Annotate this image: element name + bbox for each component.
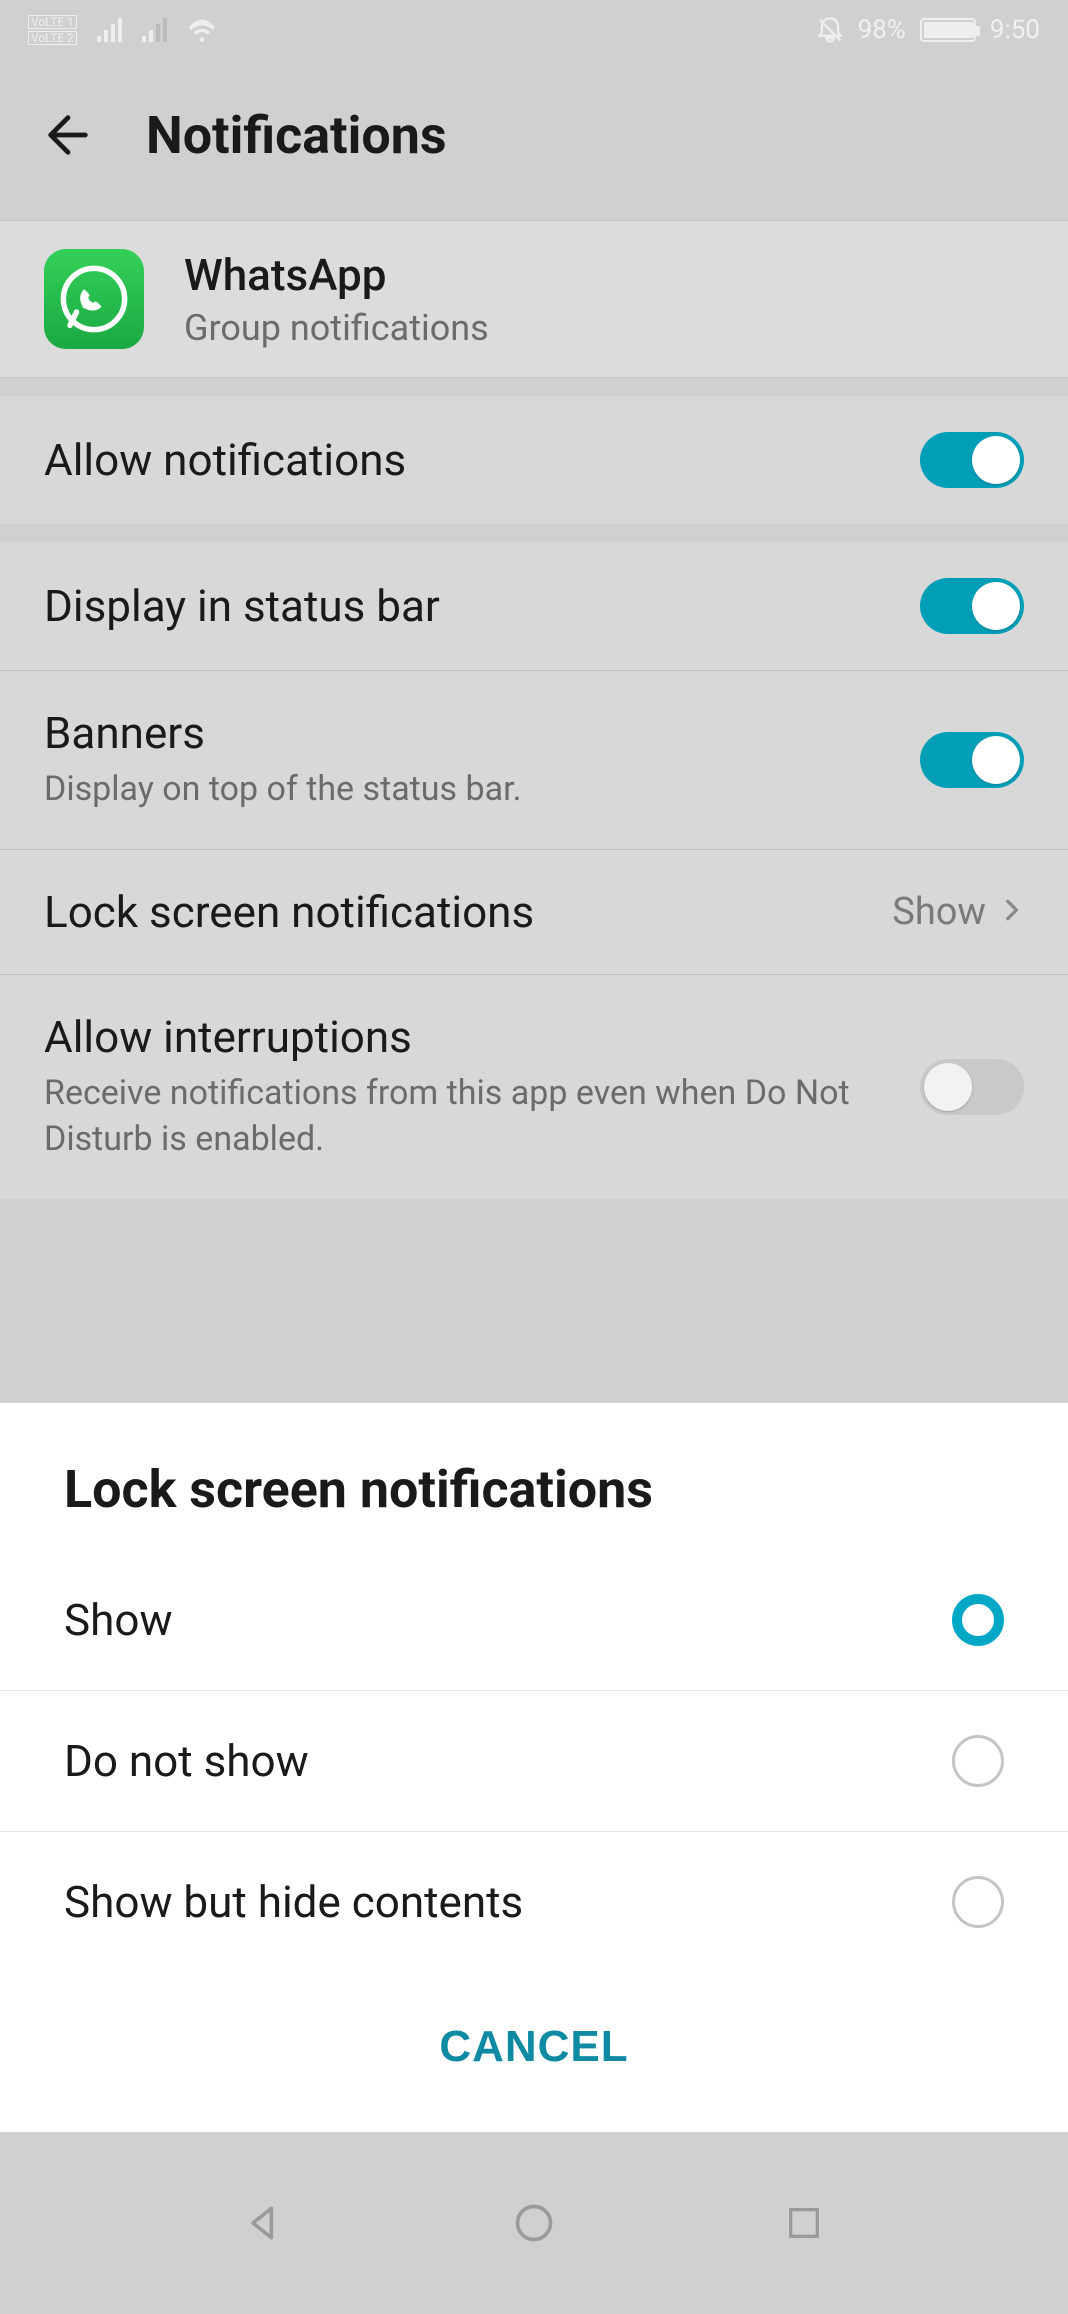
nav-recent-button[interactable]	[774, 2193, 834, 2253]
option-show-label: Show	[64, 1594, 173, 1646]
option-do-not-show-label: Do not show	[64, 1735, 309, 1787]
dialog-title: Lock screen notifications	[0, 1459, 1068, 1550]
lock-screen-value: Show	[892, 890, 986, 934]
app-subtitle: Group notifications	[184, 307, 489, 349]
option-show[interactable]: Show	[0, 1550, 1068, 1690]
signal-icon-1	[97, 18, 122, 42]
allow-notifications-toggle[interactable]	[920, 432, 1024, 488]
allow-notifications-row[interactable]: Allow notifications	[0, 396, 1068, 524]
banners-label: Banners	[44, 707, 890, 759]
allow-interruptions-row[interactable]: Allow interruptions Receive notification…	[0, 974, 1068, 1199]
display-status-bar-label: Display in status bar	[44, 580, 890, 632]
dnd-icon	[816, 16, 844, 44]
option-hide-contents-label: Show but hide contents	[64, 1876, 523, 1928]
allow-interruptions-sub: Receive notifications from this app even…	[44, 1071, 890, 1163]
allow-interruptions-toggle[interactable]	[920, 1059, 1024, 1115]
page-title: Notifications	[146, 105, 447, 166]
clock: 9:50	[990, 15, 1040, 45]
display-status-bar-toggle[interactable]	[920, 578, 1024, 634]
banners-row[interactable]: Banners Display on top of the status bar…	[0, 670, 1068, 849]
wifi-icon	[187, 18, 217, 42]
nav-back-button[interactable]	[234, 2193, 294, 2253]
option-do-not-show[interactable]: Do not show	[0, 1690, 1068, 1831]
back-button[interactable]	[40, 107, 96, 163]
allow-interruptions-label: Allow interruptions	[44, 1011, 890, 1063]
option-hide-contents[interactable]: Show but hide contents	[0, 1831, 1068, 1972]
app-header-row: WhatsApp Group notifications	[0, 220, 1068, 378]
battery-percentage: 98%	[858, 15, 906, 45]
app-name: WhatsApp	[184, 249, 489, 301]
cancel-button[interactable]: CANCEL	[439, 2022, 628, 2072]
banners-toggle[interactable]	[920, 732, 1024, 788]
option-do-not-show-radio[interactable]	[952, 1735, 1004, 1787]
banners-sub: Display on top of the status bar.	[44, 767, 890, 813]
display-status-bar-row[interactable]: Display in status bar	[0, 542, 1068, 670]
header: Notifications	[0, 60, 1068, 210]
option-hide-contents-radio[interactable]	[952, 1876, 1004, 1928]
lock-screen-row[interactable]: Lock screen notifications Show	[0, 849, 1068, 974]
chevron-right-icon	[998, 890, 1024, 934]
nav-home-button[interactable]	[504, 2193, 564, 2253]
navigation-bar	[0, 2132, 1068, 2314]
volte-indicator: VoLTE 1VoLTE 2	[28, 15, 77, 45]
battery-icon	[920, 18, 976, 42]
signal-icon-2	[142, 18, 167, 42]
whatsapp-icon	[44, 249, 144, 349]
allow-notifications-label: Allow notifications	[44, 434, 890, 486]
option-show-radio[interactable]	[952, 1594, 1004, 1646]
status-bar: VoLTE 1VoLTE 2 98% 9:50	[0, 0, 1068, 60]
lock-screen-dialog: Lock screen notifications Show Do not sh…	[0, 1403, 1068, 2132]
lock-screen-label: Lock screen notifications	[44, 886, 862, 938]
